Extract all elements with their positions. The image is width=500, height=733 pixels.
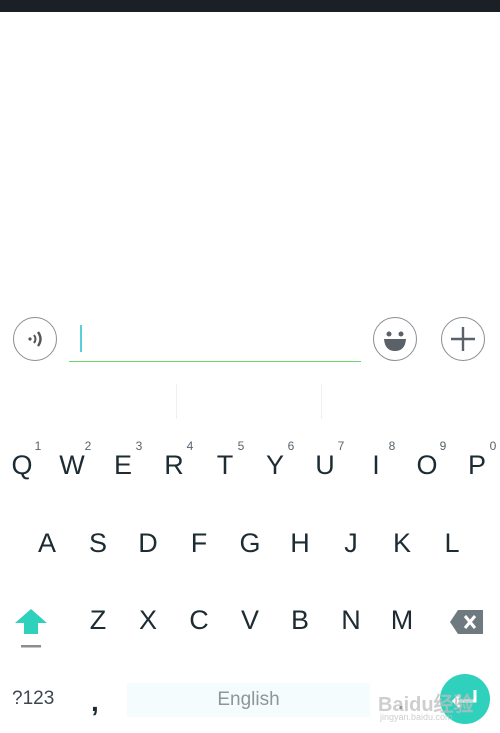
- plus-button[interactable]: [441, 317, 485, 361]
- voice-icon: [28, 331, 42, 347]
- key-d[interactable]: D: [123, 528, 173, 559]
- key-t[interactable]: T: [200, 450, 250, 481]
- shift-icon: [15, 609, 47, 648]
- key-hint: 3: [135, 439, 143, 453]
- backspace-key[interactable]: [449, 609, 485, 640]
- key-o[interactable]: O: [402, 450, 452, 481]
- key-hint: 6: [287, 439, 295, 453]
- backspace-icon: [450, 610, 483, 634]
- watermark-url: jingyan.baidu.com: [380, 712, 453, 722]
- key-c[interactable]: C: [174, 605, 224, 636]
- key-i[interactable]: I: [351, 450, 401, 481]
- comma-key[interactable]: ,: [91, 686, 99, 718]
- suggestion-divider: [321, 384, 322, 419]
- key-hint: 8: [388, 439, 396, 453]
- key-x[interactable]: X: [123, 605, 173, 636]
- key-v[interactable]: V: [225, 605, 275, 636]
- key-b[interactable]: B: [275, 605, 325, 636]
- key-hint: 7: [337, 439, 345, 453]
- plus-icon: [451, 327, 475, 351]
- key-g[interactable]: G: [225, 528, 275, 559]
- key-p[interactable]: P: [452, 450, 500, 481]
- status-bar: [0, 0, 500, 12]
- key-r[interactable]: R: [149, 450, 199, 481]
- key-a[interactable]: A: [22, 528, 72, 559]
- key-hint: 0: [489, 439, 497, 453]
- suggestion-divider: [176, 384, 177, 419]
- key-e[interactable]: E: [98, 450, 148, 481]
- key-hint: 9: [439, 439, 447, 453]
- key-hint: 4: [186, 439, 194, 453]
- key-w[interactable]: W: [47, 450, 97, 481]
- key-y[interactable]: Y: [250, 450, 300, 481]
- key-q[interactable]: Q: [0, 450, 47, 481]
- key-h[interactable]: H: [275, 528, 325, 559]
- key-l[interactable]: L: [427, 528, 477, 559]
- voice-button[interactable]: [13, 317, 57, 361]
- key-s[interactable]: S: [73, 528, 123, 559]
- key-hint: 2: [84, 439, 92, 453]
- emoji-button[interactable]: [373, 317, 417, 361]
- shift-key[interactable]: [14, 607, 48, 654]
- message-input[interactable]: [69, 318, 361, 362]
- key-hint: 5: [237, 439, 245, 453]
- key-hint: 1: [34, 439, 42, 453]
- key-u[interactable]: U: [300, 450, 350, 481]
- text-caret: [80, 325, 82, 352]
- key-m[interactable]: M: [377, 605, 427, 636]
- symbols-key[interactable]: ?123: [12, 688, 54, 710]
- emoji-icon: [384, 331, 406, 351]
- space-key[interactable]: English: [127, 683, 370, 717]
- key-f[interactable]: F: [174, 528, 224, 559]
- key-k[interactable]: K: [377, 528, 427, 559]
- key-j[interactable]: J: [326, 528, 376, 559]
- key-n[interactable]: N: [326, 605, 376, 636]
- key-z[interactable]: Z: [73, 605, 123, 636]
